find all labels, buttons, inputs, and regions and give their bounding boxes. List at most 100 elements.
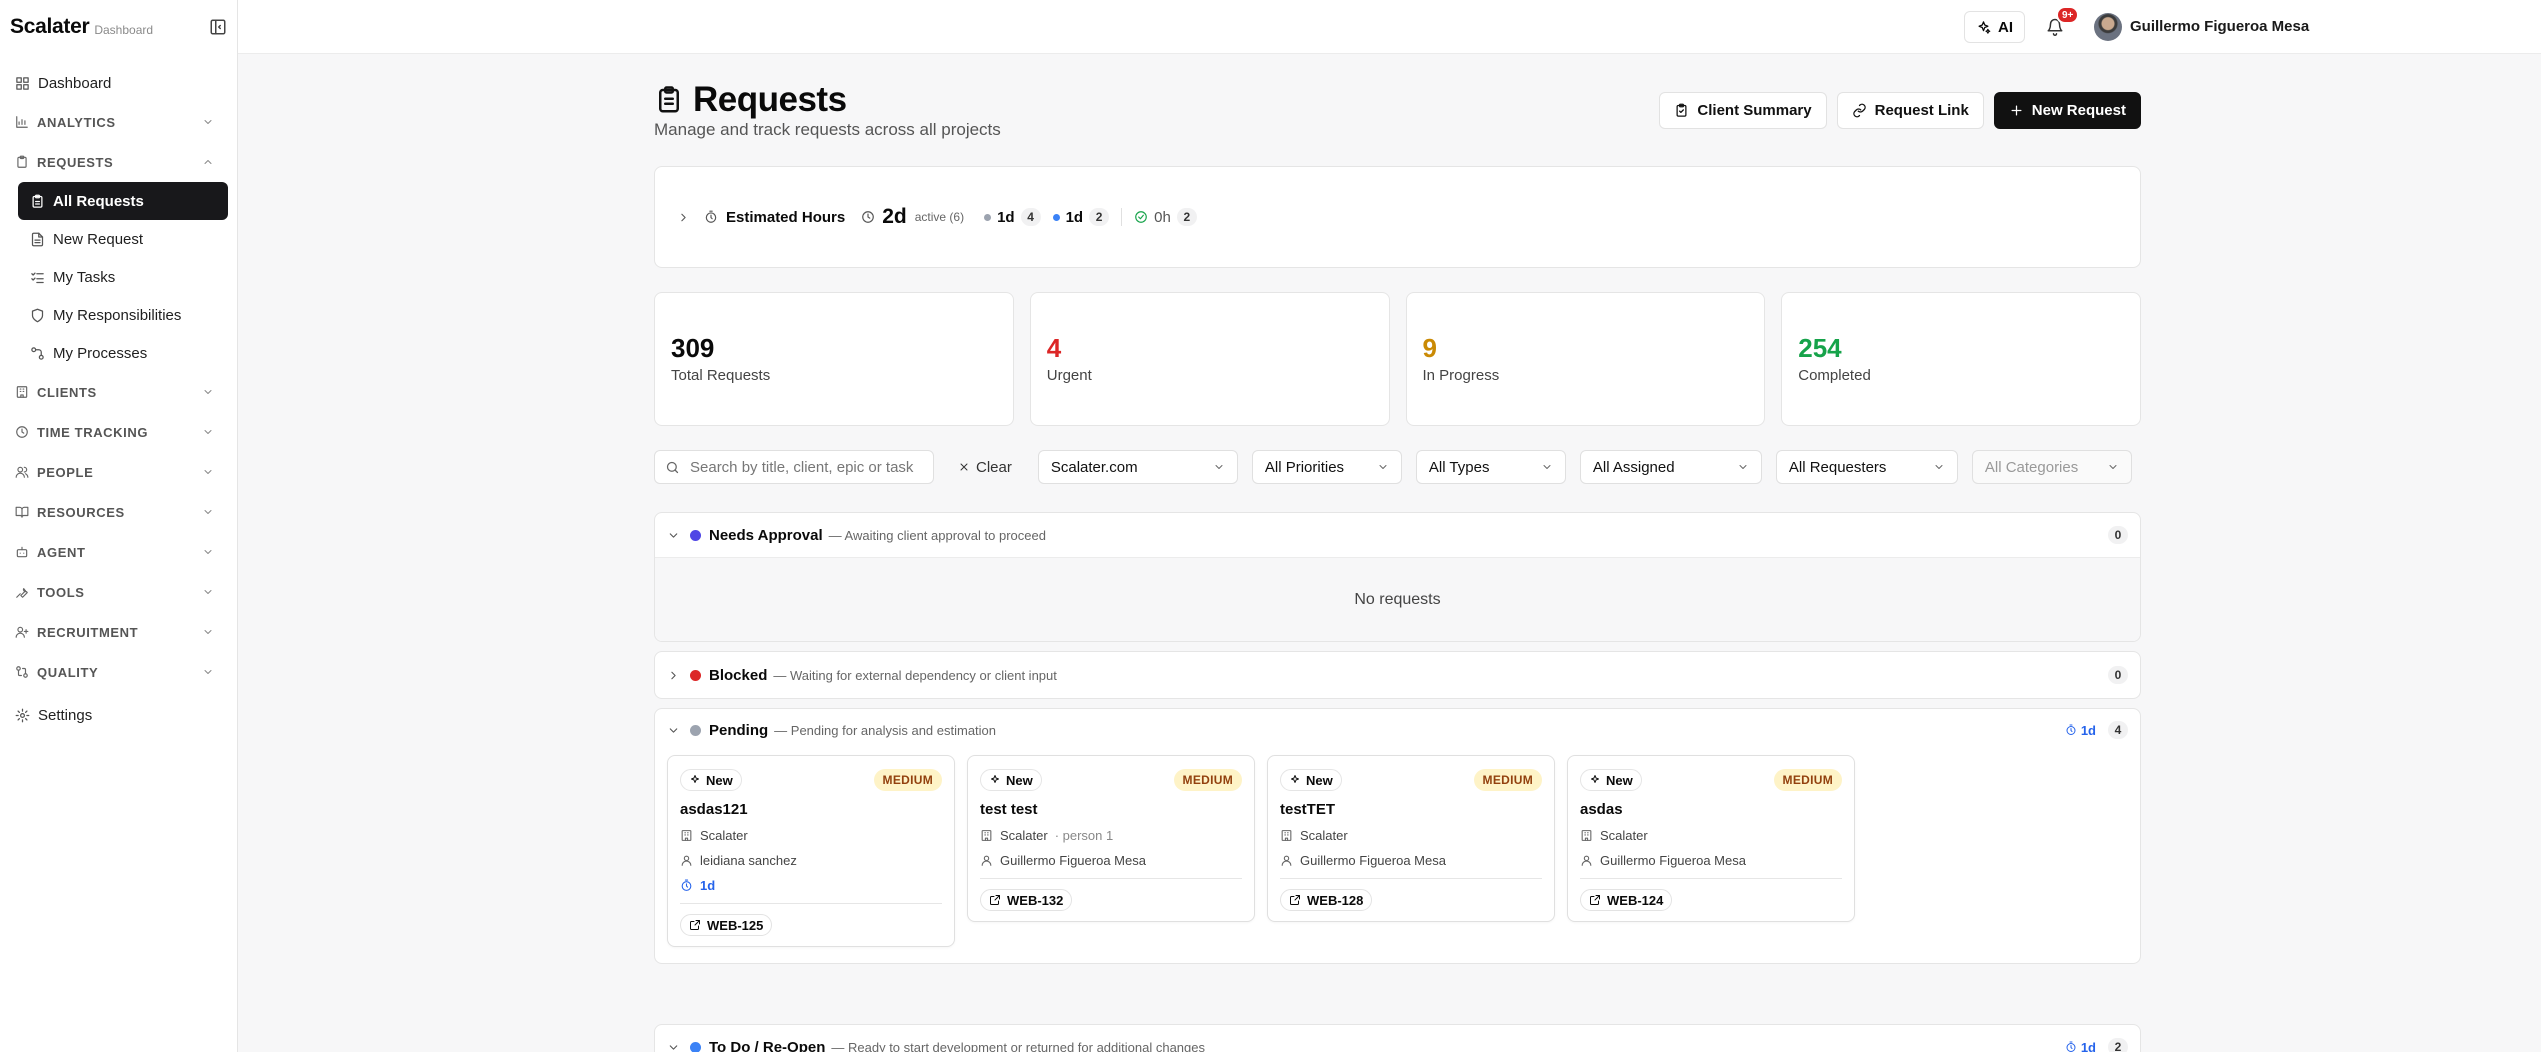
sidebar-group-people[interactable]: PEOPLE	[0, 452, 237, 492]
segment-value: 1d	[1065, 208, 1084, 226]
select-value: Scalater.com	[1050, 458, 1138, 476]
clear-filters-button[interactable]: Clear	[958, 459, 1012, 476]
bot-icon	[15, 545, 29, 559]
ticket-link[interactable]: WEB-132	[980, 889, 1073, 911]
priority-badge: MEDIUM	[1473, 769, 1542, 791]
filters-bar: Search by title, client, epic or task Cl…	[654, 450, 2141, 484]
close-icon	[958, 461, 970, 473]
estimated-hours-active: active (6)	[914, 210, 965, 224]
chevron-down-icon	[202, 666, 214, 678]
sidebar-group-analytics[interactable]: ANALYTICS	[0, 102, 237, 142]
section-hours-value: 1d	[2080, 1039, 2096, 1052]
sidebar-group-clients[interactable]: CLIENTS	[0, 372, 237, 412]
status-badge: New	[1280, 769, 1342, 791]
sidebar-group-recruitment[interactable]: RECRUITMENT	[0, 612, 237, 652]
external-link-icon	[1589, 894, 1601, 906]
sidebar-group-agent[interactable]: AGENT	[0, 532, 237, 572]
ai-button[interactable]: AI	[1964, 11, 2025, 43]
sidebar-item-dashboard[interactable]: Dashboard	[0, 64, 237, 102]
sidebar-toggle-icon[interactable]	[209, 18, 227, 36]
sidebar-item-my-processes[interactable]: My Processes	[18, 334, 228, 372]
assigned-select[interactable]: All Assigned	[1579, 450, 1762, 484]
sidebar-group-time-tracking[interactable]: TIME TRACKING	[0, 412, 237, 452]
ticket-link[interactable]: WEB-128	[1280, 889, 1373, 911]
sidebar-item-my-responsibilities[interactable]: My Responsibilities	[18, 296, 228, 334]
section-header[interactable]: Blocked — Waiting for external dependenc…	[655, 652, 2140, 698]
categories-select[interactable]: All Categories	[1971, 450, 2132, 484]
brand-name: Scalater	[10, 15, 90, 38]
sidebar-group-tools[interactable]: TOOLS	[0, 572, 237, 612]
stat-value: 9	[1422, 333, 1437, 363]
section-header[interactable]: To Do / Re-Open — Ready to start develop…	[655, 1025, 2140, 1052]
section-name: To Do / Re-Open	[709, 1038, 826, 1052]
status-badge: New	[680, 769, 742, 791]
sidebar-group-label: CLIENTS	[37, 384, 97, 400]
priority-select[interactable]: All Priorities	[1251, 450, 1402, 484]
search-input[interactable]: Search by title, client, epic or task	[654, 450, 934, 484]
sparkles-icon	[1976, 20, 1991, 35]
card-assignee: Guillermo Figueroa Mesa	[980, 853, 1242, 868]
request-card[interactable]: New MEDIUM asdas121 Scalater leidiana sa…	[667, 755, 955, 947]
sidebar-group-quality[interactable]: QUALITY	[0, 652, 237, 692]
sidebar-item-new-request[interactable]: New Request	[18, 220, 228, 258]
select-value: All Requesters	[1788, 458, 1887, 476]
search-icon	[665, 460, 680, 475]
ticket-link[interactable]: WEB-124	[1580, 889, 1673, 911]
estimated-hours-total: 2d	[882, 205, 907, 228]
sidebar-group-label: TOOLS	[37, 584, 85, 600]
sidebar-group-label: REQUESTS	[37, 154, 114, 170]
sidebar-item-my-tasks[interactable]: My Tasks	[18, 258, 228, 296]
timer-icon	[2065, 1041, 2077, 1052]
brand-subtitle: Dashboard	[94, 23, 154, 37]
ticket-link[interactable]: WEB-125	[680, 914, 773, 936]
empty-state: No requests	[655, 557, 2140, 641]
sidebar-group-resources[interactable]: RESOURCES	[0, 492, 237, 532]
sidebar-group-requests[interactable]: REQUESTS	[0, 142, 237, 182]
stat-label: In Progress	[1422, 367, 1500, 384]
status-dot	[1052, 213, 1060, 221]
client-summary-button[interactable]: Client Summary	[1659, 92, 1827, 129]
clock-icon	[861, 210, 875, 224]
section-name: Blocked	[709, 666, 768, 684]
sidebar-group-label: PEOPLE	[37, 464, 94, 480]
user-icon	[980, 854, 993, 867]
section-pending: Pending — Pending for analysis and estim…	[654, 708, 2141, 964]
card-assignee: Guillermo Figueroa Mesa	[1280, 853, 1542, 868]
button-label: Client Summary	[1697, 102, 1812, 119]
ticket-id: WEB-132	[1007, 892, 1064, 908]
type-select[interactable]: All Types	[1415, 450, 1566, 484]
notification-badge: 9+	[2056, 6, 2080, 24]
divider	[980, 878, 1242, 879]
building-icon	[980, 829, 993, 842]
section-header[interactable]: Needs Approval — Awaiting client approva…	[655, 513, 2140, 557]
clipboard-list-icon	[654, 85, 684, 115]
sidebar: Scalater Dashboard Dashboard ANALYTICS R…	[0, 0, 238, 1052]
sidebar-item-settings[interactable]: Settings	[0, 696, 237, 734]
request-link-button[interactable]: Request Link	[1836, 92, 1984, 129]
client-name: Scalater	[700, 828, 748, 843]
user-name[interactable]: Guillermo Figueroa Mesa	[2130, 18, 2309, 35]
section-needs-approval: Needs Approval — Awaiting client approva…	[654, 512, 2141, 642]
status-label: New	[1306, 772, 1333, 788]
sidebar-item-all-requests[interactable]: All Requests	[18, 182, 228, 220]
sidebar-group-label: RECRUITMENT	[37, 624, 139, 640]
request-card[interactable]: New MEDIUM testTET Scalater Guillermo Fi…	[1267, 755, 1555, 922]
new-request-button[interactable]: New Request	[1993, 92, 2141, 129]
status-label: New	[706, 772, 733, 788]
request-card[interactable]: New MEDIUM asdas Scalater Guillermo Figu…	[1567, 755, 1855, 922]
client-select[interactable]: Scalater.com	[1037, 450, 1238, 484]
stat-value: 4	[1046, 333, 1062, 363]
segment-count: 2	[1089, 208, 1110, 226]
avatar[interactable]	[2094, 13, 2122, 41]
chevron-right-icon[interactable]	[677, 211, 690, 224]
segment-value: 1d	[997, 208, 1015, 226]
sidebar-item-label: Settings	[38, 706, 93, 724]
section-header[interactable]: Pending — Pending for analysis and estim…	[655, 709, 2140, 751]
select-value: All Categories	[1984, 458, 2079, 476]
sparkles-icon	[1289, 774, 1301, 786]
request-card[interactable]: New MEDIUM test test Scalater · person 1…	[967, 755, 1255, 922]
section-todo: To Do / Re-Open — Ready to start develop…	[654, 1024, 2141, 1052]
list-check-icon	[30, 270, 45, 285]
requesters-select[interactable]: All Requesters	[1775, 450, 1958, 484]
section-description: — Awaiting client approval to proceed	[828, 527, 1046, 543]
